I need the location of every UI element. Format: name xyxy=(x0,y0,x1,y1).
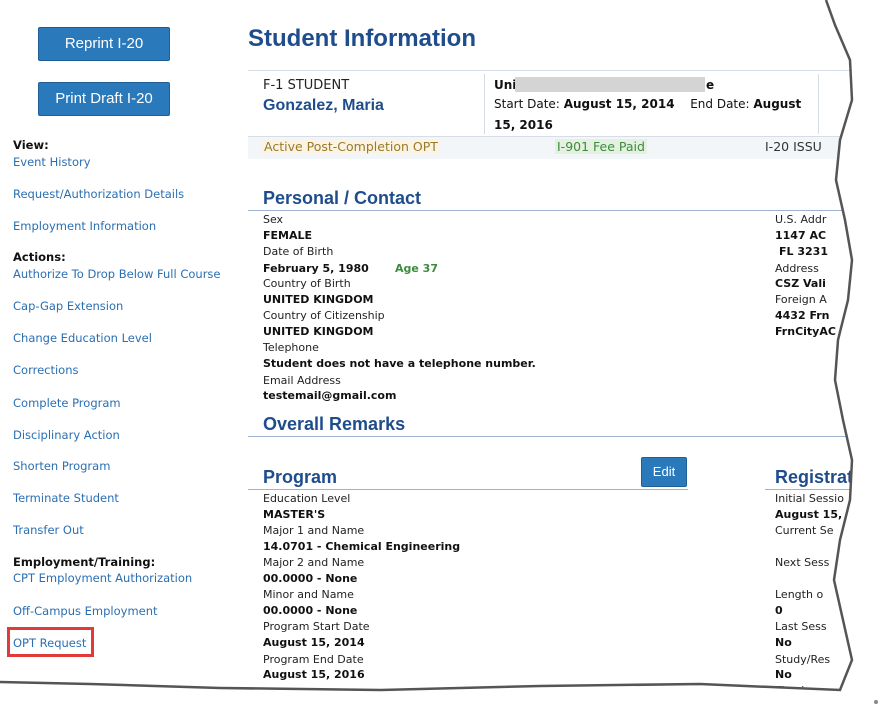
email-label: Email Address xyxy=(263,374,341,387)
sidebar-link-terminate-student[interactable]: Terminate Student xyxy=(13,491,119,505)
sidebar-link-event-history[interactable]: Event History xyxy=(13,155,91,169)
sidebar-link-employment-information[interactable]: Employment Information xyxy=(13,219,156,233)
opt-request-highlight-box xyxy=(7,627,94,657)
opt-status-badge: Active Post-Completion OPT xyxy=(262,139,440,154)
print-draft-i20-button[interactable]: Print Draft I-20 xyxy=(38,82,170,116)
start-date-label: Start Date: xyxy=(494,97,560,111)
start-date-value: August 15, 2014 xyxy=(563,97,675,111)
minor-label: Minor and Name xyxy=(263,588,354,601)
program-end-date-value: August 15, 2016 xyxy=(263,668,365,681)
program-start-date-label: Program Start Date xyxy=(263,620,370,633)
student-status: F-1 STUDENT xyxy=(263,78,350,93)
sidebar-link-corrections[interactable]: Corrections xyxy=(13,363,79,377)
sidebar-link-transfer-out[interactable]: Transfer Out xyxy=(13,523,84,537)
program-rule xyxy=(248,489,688,490)
header-divider-2 xyxy=(818,74,819,134)
school-name-left: Uni xyxy=(494,78,517,92)
overall-remarks-rule xyxy=(248,436,852,437)
us-address-line1: 1147 AC xyxy=(775,229,827,242)
school-name-right: e xyxy=(706,78,715,92)
us-address-line2: FL 3231 xyxy=(779,245,828,258)
end-date-continued: 15, 2016 xyxy=(494,118,553,132)
page-title: Student Information xyxy=(248,25,476,52)
reprint-i20-button[interactable]: Reprint I-20 xyxy=(38,27,170,61)
foreign-address-line2: FrnCityAC xyxy=(775,325,836,338)
actions-heading: Actions: xyxy=(13,250,66,264)
screenshot-page: Reprint I-20 Print Draft I-20 View: Even… xyxy=(0,0,878,711)
minor-value: 00.0000 - None xyxy=(263,604,358,617)
address-value: CSZ Vali xyxy=(775,277,826,290)
sidebar-link-authorize-drop-below[interactable]: Authorize To Drop Below Full Course xyxy=(13,267,221,281)
sidebar-link-cpt-employment-authorization[interactable]: CPT Employment Authorization xyxy=(13,571,192,585)
sidebar-link-disciplinary-action[interactable]: Disciplinary Action xyxy=(13,428,120,442)
education-level-value: MASTER'S xyxy=(263,508,326,521)
header-right-edge-text: S xyxy=(852,97,860,111)
edit-program-button[interactable]: Edit xyxy=(641,457,687,487)
country-of-citizenship-label: Country of Citizenship xyxy=(263,309,385,322)
sex-value: FEMALE xyxy=(263,229,313,242)
country-of-birth-value: UNITED KINGDOM xyxy=(263,293,374,306)
major2-value: 00.0000 - None xyxy=(263,572,358,585)
major1-label: Major 1 and Name xyxy=(263,524,365,537)
sidebar-link-shorten-program[interactable]: Shorten Program xyxy=(13,459,110,473)
telephone-label: Telephone xyxy=(263,341,319,354)
major1-value: 14.0701 - Chemical Engineering xyxy=(263,540,461,553)
telephone-value: Student does not have a telephone number… xyxy=(263,357,536,370)
program-heading: Program xyxy=(263,467,338,487)
program-start-date-value: August 15, 2014 xyxy=(263,636,365,649)
personal-contact-rule xyxy=(248,210,852,211)
employment-training-heading: Employment/Training: xyxy=(13,555,156,569)
view-heading: View: xyxy=(13,138,49,152)
length-label: Length o xyxy=(775,588,824,601)
age-value: Age 37 xyxy=(395,262,438,275)
thesis-label: Thesis xyxy=(775,684,810,697)
i20-status-text: I-20 ISSU xyxy=(765,139,822,154)
registration-heading: Registrat xyxy=(775,467,854,487)
dob-value: February 5, 1980 xyxy=(263,262,369,275)
personal-contact-heading: Personal / Contact xyxy=(263,188,422,208)
program-dates: Start Date: August 15, 2014 End Date: Au… xyxy=(494,97,809,111)
end-date-label: End Date: xyxy=(690,97,750,111)
fee-status-badge: I-901 Fee Paid xyxy=(555,139,647,154)
education-level-label: Education Level xyxy=(263,492,351,505)
study-research-label: Study/Res xyxy=(775,653,831,666)
foreign-address-label: Foreign A xyxy=(775,293,827,306)
header-top-rule xyxy=(248,70,852,71)
stray-dot xyxy=(874,700,878,704)
student-name: Gonzalez, Maria xyxy=(263,97,384,114)
length-value: 0 xyxy=(775,604,783,617)
country-of-citizenship-value: UNITED KINGDOM xyxy=(263,325,374,338)
dob-label: Date of Birth xyxy=(263,245,334,258)
us-address-label: U.S. Addr xyxy=(775,213,827,226)
study-research-value: No xyxy=(775,668,792,681)
torn-page-content: Reprint I-20 Print Draft I-20 View: Even… xyxy=(0,0,860,697)
sidebar-link-complete-program[interactable]: Complete Program xyxy=(13,396,121,410)
email-value: testemail@gmail.com xyxy=(263,389,397,402)
last-session-value: No xyxy=(775,636,792,649)
foreign-address-line1: 4432 Frn xyxy=(775,309,830,322)
sex-label: Sex xyxy=(263,213,284,226)
next-session-label: Next Sess xyxy=(775,556,830,569)
country-of-birth-label: Country of Birth xyxy=(263,277,351,290)
current-session-label: Current Se xyxy=(775,524,834,537)
major2-label: Major 2 and Name xyxy=(263,556,365,569)
registration-rule xyxy=(765,489,852,490)
header-divider-1 xyxy=(484,74,485,134)
address-label: Address xyxy=(775,262,819,275)
program-end-date-label: Program End Date xyxy=(263,653,364,666)
initial-session-value: August 15, xyxy=(775,508,843,521)
end-date-value: August xyxy=(753,97,802,111)
sidebar-link-cap-gap-extension[interactable]: Cap-Gap Extension xyxy=(13,299,123,313)
school-name-redaction xyxy=(515,77,705,92)
sidebar-link-change-education-level[interactable]: Change Education Level xyxy=(13,331,152,345)
sidebar-link-off-campus-employment[interactable]: Off-Campus Employment xyxy=(13,604,158,618)
overall-remarks-heading: Overall Remarks xyxy=(263,414,406,434)
initial-session-label: Initial Sessio xyxy=(775,492,844,505)
last-session-label: Last Sess xyxy=(775,620,827,633)
sidebar-link-request-authorization-details[interactable]: Request/Authorization Details xyxy=(13,187,184,201)
